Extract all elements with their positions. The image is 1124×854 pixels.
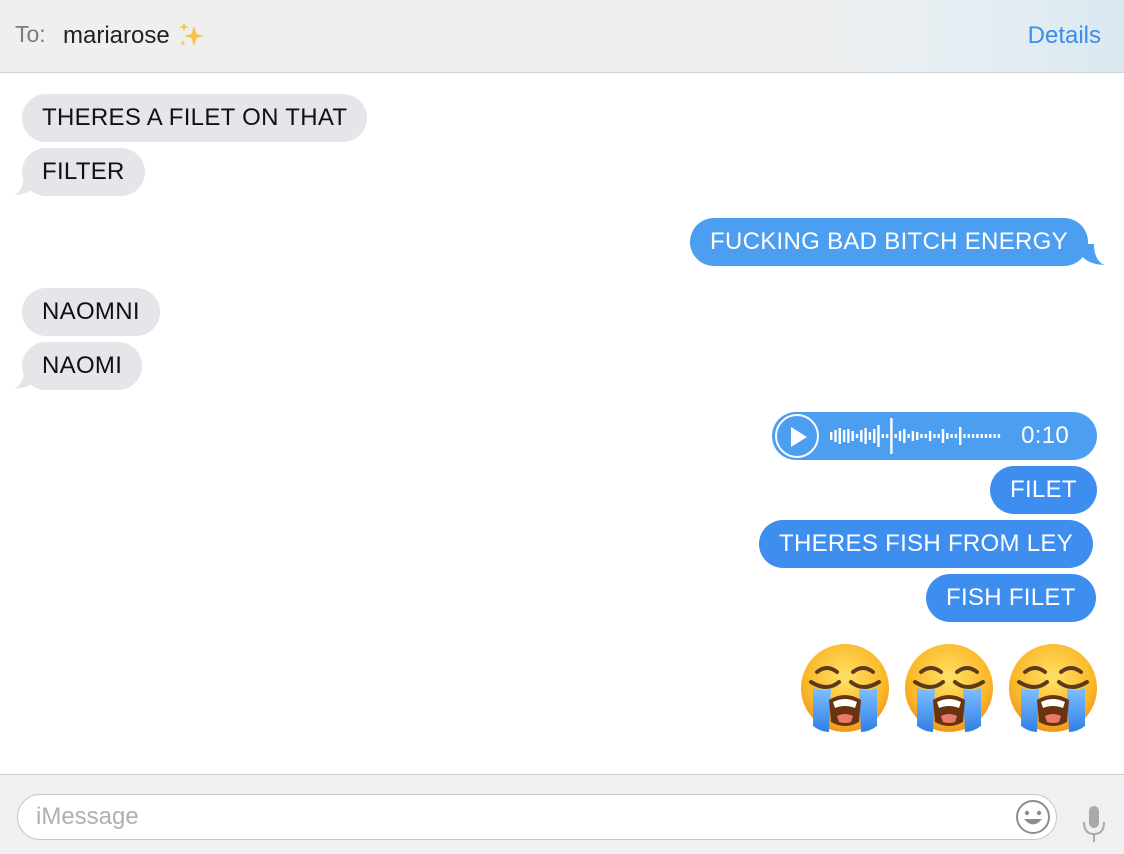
sparkles-icon <box>179 22 204 46</box>
outgoing-message-bubble[interactable]: FISH FILET <box>926 574 1096 622</box>
loudly-crying-face-icon[interactable] <box>903 642 995 734</box>
composer-bar <box>0 774 1124 854</box>
microphone-icon[interactable] <box>1081 804 1107 844</box>
message-list[interactable]: THERES A FILET ON THAT FILTER FUCKING BA… <box>0 74 1124 774</box>
play-button[interactable] <box>775 414 819 458</box>
to-label: To: <box>15 21 46 47</box>
audio-waveform <box>830 418 1001 454</box>
bubble-tail <box>1082 244 1104 265</box>
incoming-message-bubble[interactable]: NAOMNI <box>22 288 160 336</box>
outgoing-message-bubble[interactable]: FILET <box>990 466 1097 514</box>
bubble-tail <box>14 368 36 389</box>
details-button[interactable]: Details <box>1028 22 1101 50</box>
play-icon <box>791 427 807 447</box>
bubble-tail <box>14 174 36 195</box>
conversation-header: To: mariarose Details <box>0 0 1124 73</box>
loudly-crying-face-icon[interactable] <box>1007 642 1099 734</box>
loudly-crying-face-icon[interactable] <box>799 642 891 734</box>
incoming-message-bubble[interactable]: NAOMI <box>22 342 143 390</box>
message-input[interactable] <box>36 795 996 839</box>
message-input-container[interactable] <box>17 794 1057 840</box>
audio-message-bubble[interactable]: 0:10 <box>772 412 1097 460</box>
outgoing-message-bubble[interactable]: FUCKING BAD BITCH ENERGY <box>690 218 1088 266</box>
audio-duration: 0:10 <box>1021 422 1069 449</box>
recipient-name[interactable]: mariarose <box>63 22 170 50</box>
smiley-icon[interactable] <box>1014 798 1052 836</box>
outgoing-message-bubble[interactable]: THERES FISH FROM LEY <box>759 520 1094 568</box>
incoming-message-bubble[interactable]: FILTER <box>22 148 145 196</box>
incoming-message-bubble[interactable]: THERES A FILET ON THAT <box>22 94 368 142</box>
